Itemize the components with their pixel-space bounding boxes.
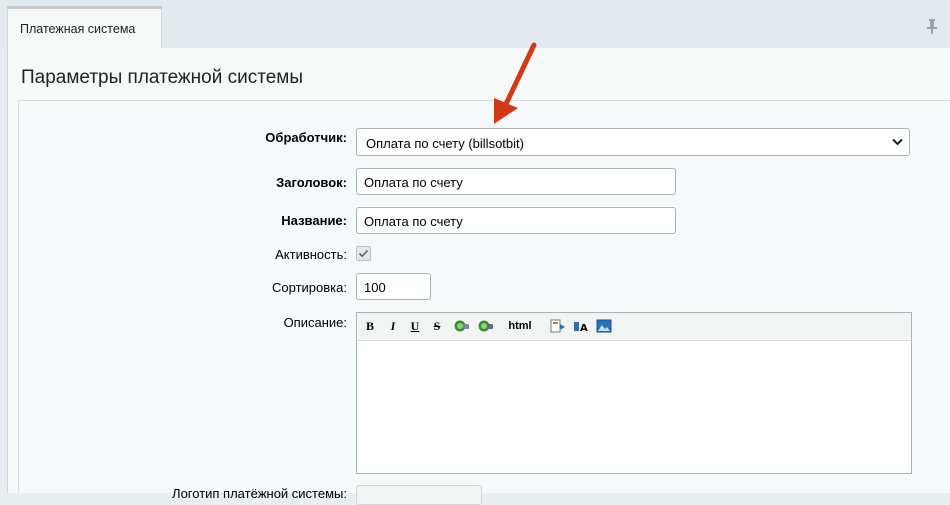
active-label: Активность:	[275, 247, 347, 262]
page-title: Параметры платежной системы	[21, 67, 303, 88]
italic-button[interactable]: I	[386, 318, 400, 334]
html-mode-button[interactable]: html	[507, 318, 533, 334]
heading-label: Заголовок:	[276, 175, 347, 190]
handler-select[interactable]: Оплата по счету (billsotbit)	[356, 128, 910, 156]
handler-label: Обработчик:	[265, 130, 347, 145]
heading-input[interactable]: Оплата по счету	[356, 168, 676, 195]
description-editor[interactable]: B I U S html A	[356, 312, 912, 474]
font-color-icon[interactable]: A	[573, 318, 589, 334]
active-checkbox[interactable]	[356, 246, 371, 261]
strikethrough-button[interactable]: S	[430, 318, 444, 334]
editor-toolbar: B I U S html A	[357, 313, 911, 341]
svg-text:A: A	[580, 323, 588, 334]
bold-button[interactable]: B	[363, 318, 377, 334]
name-input[interactable]: Оплата по счету	[356, 207, 676, 234]
pin-icon[interactable]	[925, 18, 939, 34]
sort-label: Сортировка:	[272, 280, 347, 295]
remove-link-icon[interactable]	[478, 318, 494, 334]
checkmark-icon	[358, 249, 369, 258]
tab-payment-system[interactable]: Платежная система	[7, 6, 162, 49]
sort-input[interactable]: 100	[356, 273, 431, 300]
heading-value: Оплата по счету	[364, 175, 463, 190]
tab-label: Платежная система	[20, 22, 136, 36]
insert-image-icon[interactable]	[596, 318, 612, 334]
logo-label: Логотип платёжной системы:	[172, 486, 347, 501]
sort-value: 100	[364, 280, 386, 295]
logo-upload-button[interactable]	[356, 485, 482, 505]
insert-link-icon[interactable]	[454, 318, 470, 334]
underline-button[interactable]: U	[408, 318, 422, 334]
description-label: Описание:	[283, 315, 347, 330]
format-painter-icon[interactable]	[550, 318, 566, 334]
handler-value: Оплата по счету (billsotbit)	[366, 136, 524, 151]
name-value: Оплата по счету	[364, 214, 463, 229]
annotation-arrow-icon	[494, 42, 537, 124]
tab-bar: Платежная система	[0, 0, 950, 49]
chevron-down-icon	[892, 138, 903, 146]
name-label: Название:	[281, 213, 347, 228]
